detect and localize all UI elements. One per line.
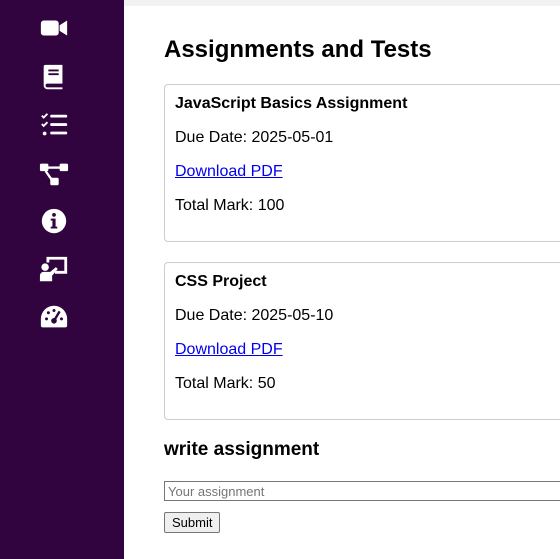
presentation-icon [39, 256, 68, 282]
assignment-card: CSS Project Due Date: 2025-05-10 Downloa… [164, 262, 560, 420]
network-icon [39, 163, 69, 186]
assignment-title: CSS Project [175, 273, 267, 290]
due-date: Due Date: 2025-05-10 [175, 307, 334, 324]
sidebar-item-structure[interactable] [38, 157, 70, 189]
sidebar-item-info[interactable] [38, 205, 70, 237]
download-pdf-link[interactable]: Download PDF [175, 341, 283, 358]
sidebar-item-tasks[interactable] [38, 109, 70, 141]
gauge-icon [40, 305, 68, 328]
assignment-card: JavaScript Basics Assignment Due Date: 2… [164, 84, 560, 242]
assignment-title: JavaScript Basics Assignment [175, 95, 408, 112]
due-date: Due Date: 2025-05-01 [175, 129, 334, 146]
sidebar-item-classroom[interactable] [38, 253, 70, 285]
page-title: Assignments and Tests [164, 36, 432, 63]
write-assignment-heading: write assignment [164, 439, 320, 460]
sidebar [0, 0, 124, 559]
total-mark: Total Mark: 100 [175, 197, 285, 214]
download-pdf-link[interactable]: Download PDF [175, 163, 283, 180]
task-list-icon [41, 113, 68, 136]
main-content: Assignments and Tests JavaScript Basics … [164, 0, 560, 559]
sidebar-item-dashboard[interactable] [38, 301, 70, 333]
video-camera-icon [40, 20, 68, 36]
submit-button[interactable]: Submit [164, 512, 221, 533]
sidebar-item-videos[interactable] [38, 12, 70, 44]
assignment-input[interactable] [164, 481, 560, 501]
sidebar-item-courses[interactable] [38, 61, 70, 93]
book-icon [43, 64, 63, 90]
info-icon [41, 208, 67, 234]
total-mark: Total Mark: 50 [175, 375, 276, 392]
